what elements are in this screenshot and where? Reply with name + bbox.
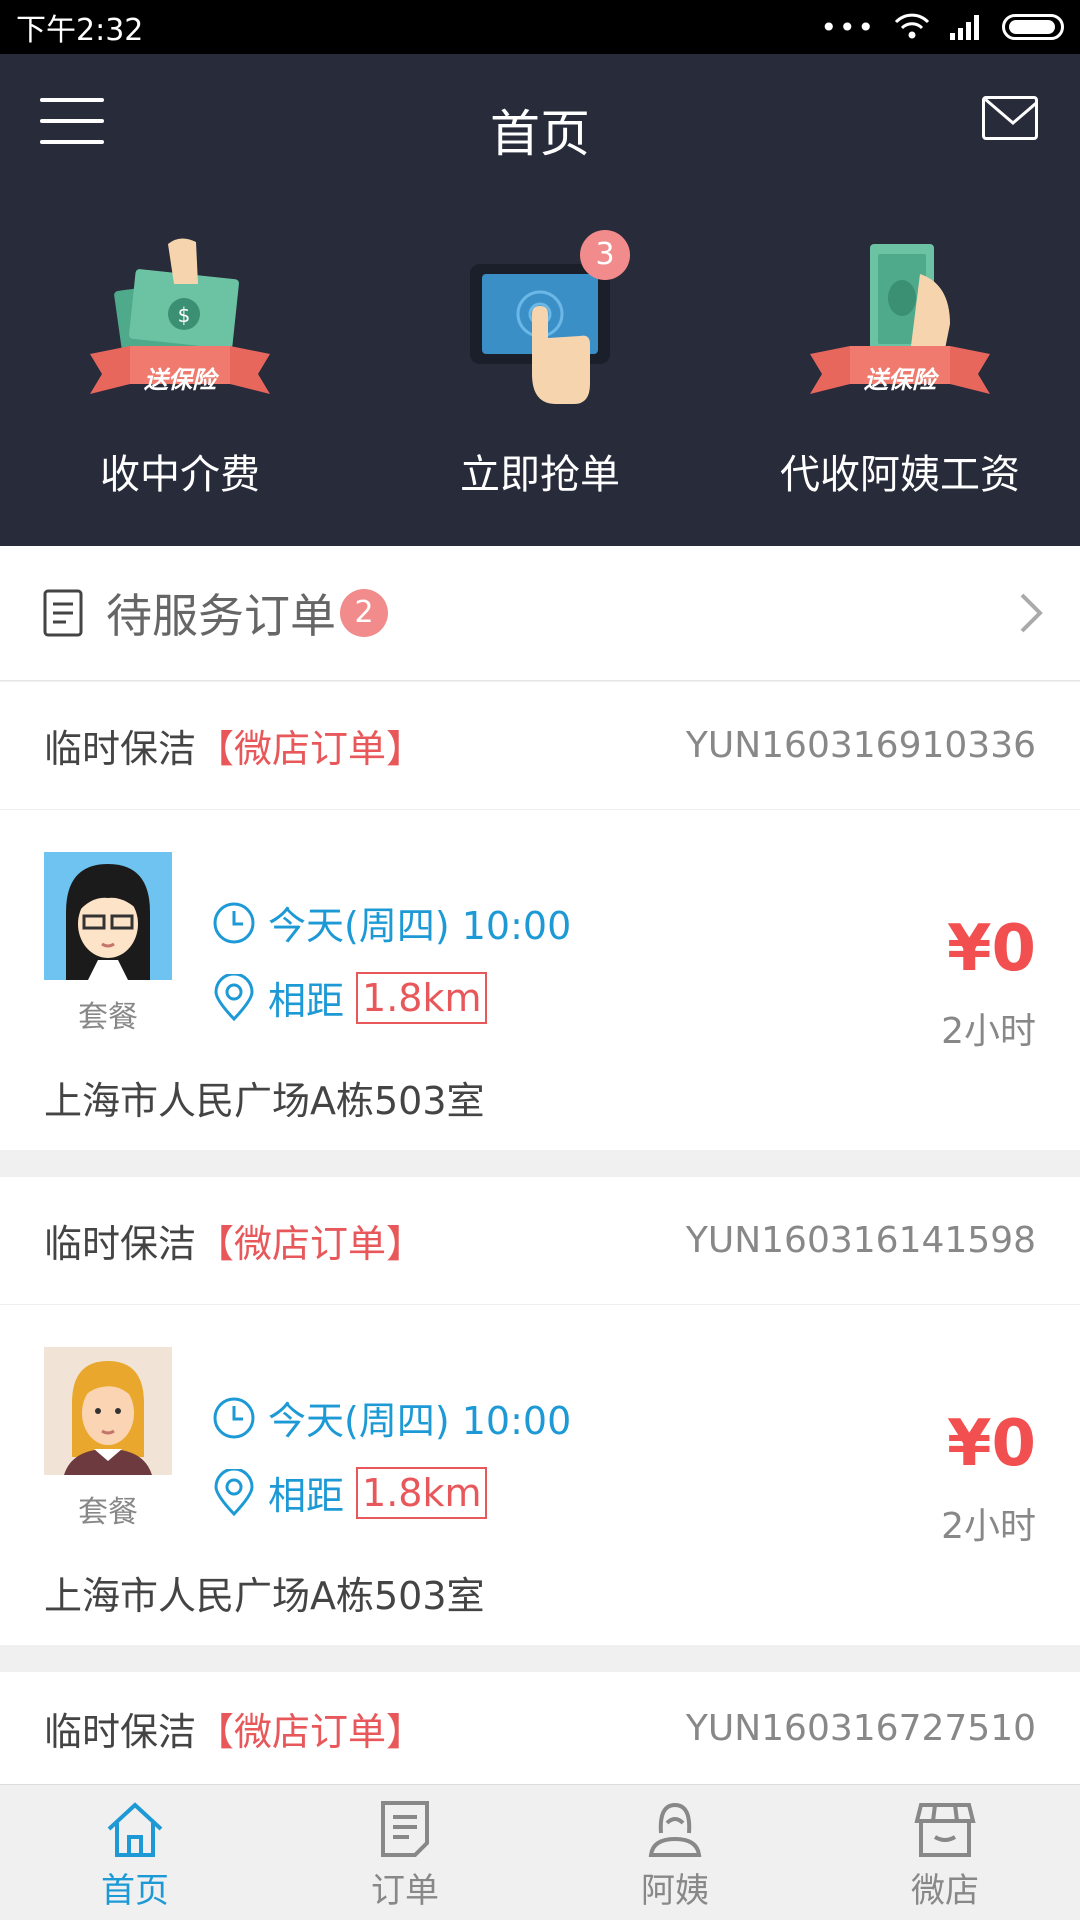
distance-label: 相距 bbox=[268, 979, 345, 1023]
order-duration: 2小时 bbox=[941, 1506, 1036, 1547]
order-type: 临时保洁 bbox=[44, 1709, 197, 1754]
location-pin-icon bbox=[214, 973, 254, 1021]
pending-orders-row[interactable]: 待服务订单 2 bbox=[0, 546, 1080, 681]
tab-label: 订单 bbox=[371, 1871, 439, 1911]
bottom-tab-bar: 首页 订单 阿姨 微店 bbox=[0, 1784, 1080, 1920]
home-header: 首页 $ 送保险 收中介费 3 立即抢单 送保险 代收阿姨工资 bbox=[0, 54, 1080, 546]
grab-order-badge: 3 bbox=[580, 230, 630, 280]
feature-label: 立即抢单 bbox=[460, 452, 620, 498]
avatar bbox=[44, 852, 172, 980]
tab-shop[interactable]: 微店 bbox=[810, 1785, 1080, 1920]
order-number: YUN160316141598 bbox=[685, 1220, 1036, 1261]
order-card[interactable]: 临时保洁 【微店订单】 YUN160316910336 套餐 今天(周四) 10… bbox=[0, 682, 1080, 1150]
svg-text:$: $ bbox=[178, 303, 191, 327]
salary-insurance-icon: 送保险 bbox=[800, 234, 1000, 414]
order-number: YUN160316727510 bbox=[685, 1707, 1036, 1749]
order-source-tag: 【微店订单】 bbox=[196, 727, 425, 771]
order-number: YUN160316910336 bbox=[685, 725, 1036, 766]
nanny-icon bbox=[648, 1802, 702, 1857]
tab-label: 微店 bbox=[911, 1871, 979, 1911]
order-type: 临时保洁 bbox=[44, 727, 197, 771]
tab-nanny[interactable]: 阿姨 bbox=[540, 1785, 810, 1920]
avatar-label: 套餐 bbox=[78, 1495, 138, 1530]
feature-grab-order[interactable]: 3 立即抢单 bbox=[390, 230, 690, 500]
status-icons: ••• bbox=[820, 11, 1064, 44]
feature-label: 代收阿姨工资 bbox=[780, 452, 1020, 498]
order-card[interactable]: 临时保洁 【微店订单】 YUN160316141598 套餐 今天(周四) 10… bbox=[0, 1177, 1080, 1645]
distance: 相距 1.8km bbox=[212, 1465, 488, 1520]
status-time: 下午2:32 bbox=[16, 13, 144, 48]
more-dots-icon: ••• bbox=[820, 10, 876, 44]
chevron-right-icon bbox=[1020, 593, 1043, 633]
avatar-label: 套餐 bbox=[78, 1000, 138, 1035]
feature-collect-agency-fee[interactable]: $ 送保险 收中介费 bbox=[30, 234, 330, 500]
feature-label: 收中介费 bbox=[100, 452, 260, 498]
distance-value: 1.8km bbox=[356, 971, 488, 1024]
mail-icon[interactable] bbox=[982, 96, 1038, 140]
ribbon-label: 送保险 bbox=[864, 366, 936, 394]
service-time: 今天(周四) 10:00 bbox=[212, 895, 571, 950]
pending-orders-title: 待服务订单 bbox=[106, 589, 336, 643]
avatar bbox=[44, 1347, 172, 1475]
tablet-tap-icon: 3 bbox=[440, 230, 640, 414]
order-source-tag: 【微店订单】 bbox=[196, 1709, 425, 1754]
clock-icon bbox=[213, 1397, 255, 1438]
order-duration: 2小时 bbox=[941, 1011, 1036, 1052]
order-icon bbox=[381, 1801, 429, 1857]
order-type: 临时保洁 bbox=[44, 1222, 197, 1266]
pending-orders-badge: 2 bbox=[340, 589, 388, 637]
ribbon-label: 送保险 bbox=[144, 366, 216, 394]
order-body: 套餐 今天(周四) 10:00 相距 1.8km ¥0 2小时 上海市人民广场A… bbox=[0, 1305, 1080, 1645]
tab-orders[interactable]: 订单 bbox=[270, 1785, 540, 1920]
service-time-text: 今天(周四) 10:00 bbox=[268, 1399, 572, 1443]
order-body: 套餐 今天(周四) 10:00 相距 1.8km ¥0 2小时 上海市人民广场A… bbox=[0, 810, 1080, 1150]
page-title: 首页 bbox=[490, 105, 590, 163]
order-header: 临时保洁 【微店订单】 YUN160316727510 bbox=[0, 1672, 1080, 1784]
distance: 相距 1.8km bbox=[212, 970, 488, 1025]
feature-collect-nanny-salary[interactable]: 送保险 代收阿姨工资 bbox=[750, 234, 1050, 500]
order-source-tag: 【微店订单】 bbox=[196, 1222, 425, 1266]
service-time-text: 今天(周四) 10:00 bbox=[268, 904, 572, 948]
order-header: 临时保洁 【微店订单】 YUN160316910336 bbox=[0, 682, 1080, 810]
tab-label: 首页 bbox=[101, 1871, 169, 1911]
shop-icon bbox=[914, 1803, 976, 1857]
wifi-icon bbox=[894, 13, 930, 39]
order-address: 上海市人民广场A栋503室 bbox=[44, 1079, 485, 1123]
service-time: 今天(周四) 10:00 bbox=[212, 1390, 571, 1445]
home-icon bbox=[107, 1802, 163, 1857]
status-bar: 下午2:32 ••• bbox=[0, 0, 1080, 54]
order-price: ¥0 bbox=[946, 912, 1036, 986]
order-price: ¥0 bbox=[946, 1407, 1036, 1481]
signal-icon bbox=[950, 15, 979, 40]
order-card[interactable]: 临时保洁 【微店订单】 YUN160316727510 bbox=[0, 1672, 1080, 1784]
distance-label: 相距 bbox=[268, 1474, 345, 1518]
money-insurance-icon: $ 送保险 bbox=[80, 234, 280, 414]
tab-home[interactable]: 首页 bbox=[0, 1785, 270, 1920]
battery-icon bbox=[1002, 14, 1064, 40]
order-header: 临时保洁 【微店订单】 YUN160316141598 bbox=[0, 1177, 1080, 1305]
order-address: 上海市人民广场A栋503室 bbox=[44, 1574, 485, 1618]
clipboard-icon bbox=[43, 589, 83, 637]
clock-icon bbox=[213, 902, 255, 943]
distance-value: 1.8km bbox=[356, 1466, 488, 1519]
tab-label: 阿姨 bbox=[641, 1871, 709, 1911]
location-pin-icon bbox=[214, 1468, 254, 1516]
